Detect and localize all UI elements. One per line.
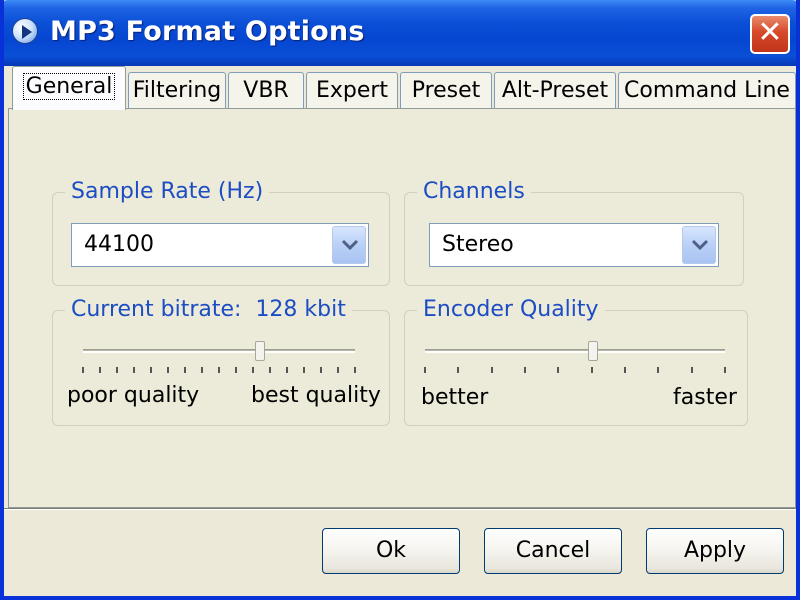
slider-tick	[337, 367, 339, 373]
slider-tick	[133, 367, 135, 373]
bitrate-label: Current bitrate: 128 kbit	[65, 297, 352, 322]
slider-tick	[269, 367, 271, 373]
ok-button[interactable]: Ok	[322, 528, 460, 574]
tab-preset[interactable]: Preset	[400, 72, 492, 110]
title-bar[interactable]: MP3 Format Options ✕	[4, 0, 796, 66]
slider-tick	[524, 367, 526, 373]
bitrate-right-caption: best quality	[251, 383, 381, 408]
bitrate-slider-track[interactable]	[83, 349, 355, 353]
tab-expert[interactable]: Expert	[306, 72, 398, 110]
slider-tick	[724, 367, 726, 373]
tab-strip: General Filtering VBR Expert Preset Alt-…	[10, 66, 796, 110]
cancel-button[interactable]: Cancel	[484, 528, 622, 574]
slider-tick	[99, 367, 101, 373]
chevron-down-icon[interactable]	[332, 226, 366, 264]
slider-tick	[457, 367, 460, 373]
slider-tick	[490, 367, 493, 373]
quality-label: Encoder Quality	[417, 297, 605, 322]
slider-tick	[218, 367, 220, 373]
slider-tick	[657, 367, 660, 373]
sample-rate-group: Sample Rate (Hz) 44100	[52, 179, 390, 286]
channels-group: Channels Stereo	[404, 179, 744, 286]
slider-tick	[184, 367, 186, 373]
tab-filtering[interactable]: Filtering	[128, 72, 226, 110]
sample-rate-value: 44100	[84, 232, 154, 257]
sample-rate-label: Sample Rate (Hz)	[65, 179, 270, 204]
bitrate-label-prefix: Current bitrate:	[71, 297, 242, 322]
slider-tick	[286, 367, 288, 373]
close-icon: ✕	[757, 15, 783, 50]
slider-tick	[201, 367, 203, 373]
close-button[interactable]: ✕	[750, 14, 790, 54]
slider-tick	[354, 367, 356, 373]
window-title: MP3 Format Options	[50, 16, 365, 47]
chevron-down-icon[interactable]	[682, 226, 716, 264]
slider-tick	[150, 367, 152, 373]
slider-tick	[116, 367, 118, 373]
tab-vbr[interactable]: VBR	[228, 72, 304, 110]
slider-tick	[557, 367, 560, 373]
apply-button[interactable]: Apply	[646, 528, 784, 574]
quality-group: Encoder Quality better faster	[404, 297, 748, 426]
slider-tick	[690, 367, 693, 373]
channels-select[interactable]: Stereo	[429, 223, 719, 267]
slider-tick	[235, 367, 237, 373]
channels-value: Stereo	[442, 232, 514, 257]
dialog-window: MP3 Format Options ✕ General Filtering V…	[0, 0, 800, 600]
bitrate-group: Current bitrate: 128 kbit poor quality b…	[52, 297, 390, 426]
quality-slider-track[interactable]	[425, 349, 725, 353]
bitrate-left-caption: poor quality	[67, 383, 200, 408]
slider-tick	[590, 367, 593, 373]
slider-tick	[424, 367, 426, 373]
slider-tick	[167, 367, 169, 373]
slider-tick	[303, 367, 305, 373]
sample-rate-select[interactable]: 44100	[71, 223, 369, 267]
quality-right-caption: faster	[673, 385, 737, 410]
slider-tick	[320, 367, 322, 373]
quality-slider-thumb[interactable]	[588, 341, 598, 361]
tab-general[interactable]: General	[12, 66, 126, 110]
slider-tick	[82, 367, 84, 373]
bitrate-slider-thumb[interactable]	[254, 341, 265, 361]
quality-left-caption: better	[421, 385, 489, 410]
tab-command-line[interactable]: Command Line	[618, 72, 796, 110]
play-icon	[12, 18, 38, 44]
bitrate-value: 128 kbit	[255, 297, 346, 322]
slider-tick	[624, 367, 626, 373]
channels-label: Channels	[417, 179, 531, 204]
tab-alt-preset[interactable]: Alt-Preset	[494, 72, 616, 110]
slider-tick	[252, 367, 254, 373]
button-separator	[4, 508, 796, 510]
